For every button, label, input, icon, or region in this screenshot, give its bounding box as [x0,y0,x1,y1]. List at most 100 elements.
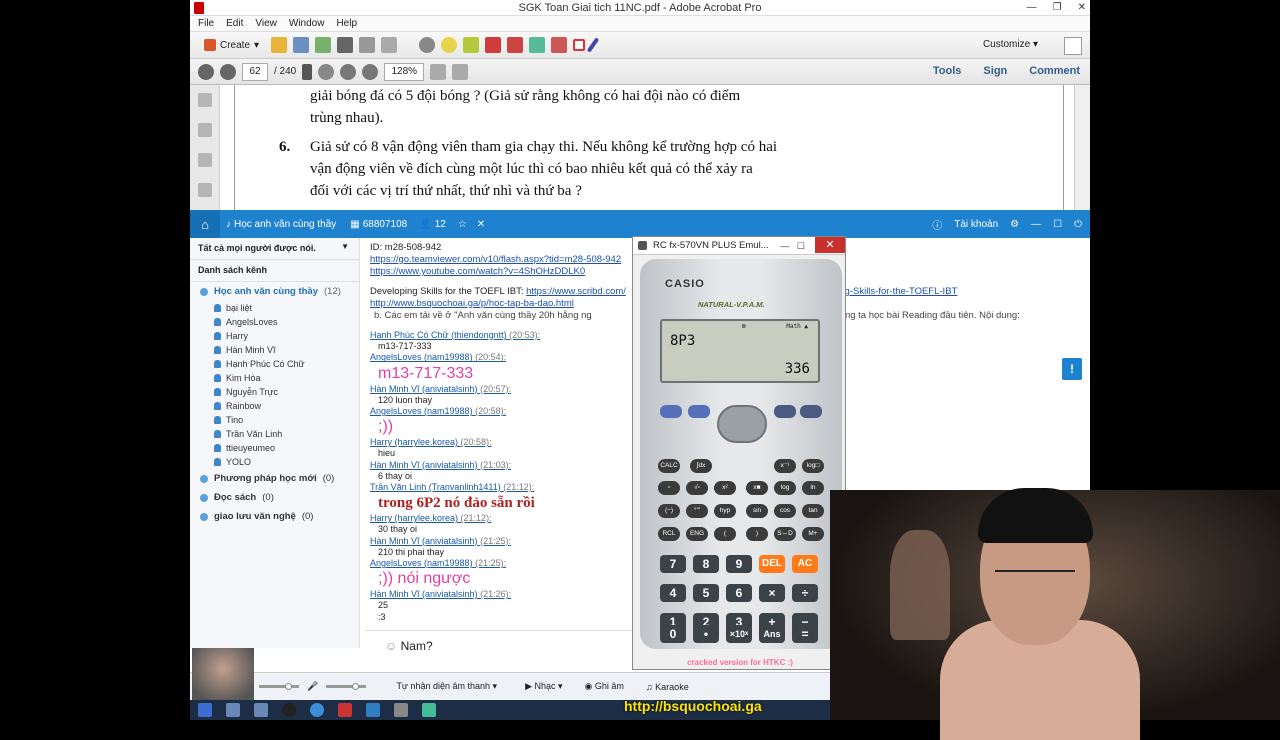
power-icon[interactable]: ⏻ [1074,219,1082,230]
upload-icon[interactable] [315,37,332,53]
star-icon[interactable]: ☆ [458,219,467,230]
calculator-key[interactable]: 7 [660,555,686,573]
customize-dropdown[interactable]: Customize ▾ [983,39,1038,50]
member-item[interactable]: ttieuyeumeo [190,441,359,455]
function-key[interactable]: x² [714,481,736,495]
restore-icon[interactable]: ❐ [1053,0,1062,16]
calculator-key[interactable]: ÷ [792,584,818,602]
zoom-out-icon[interactable] [340,63,357,80]
fit-page-icon[interactable] [430,63,447,80]
message-sender[interactable]: Hàn Minh Vĩ (aniviatalsinh) (20:57): [370,384,630,395]
close-tab-icon[interactable]: ✕ [477,219,485,230]
channel-group[interactable]: giao lưu văn nghệ (0) [190,507,359,526]
taskbar-app-icon[interactable] [282,703,296,717]
comment-link[interactable]: Comment [1029,65,1080,77]
function-key[interactable]: °'" [686,504,708,518]
fit-width-icon[interactable] [452,63,469,80]
create-button[interactable]: Create ▾ [198,37,265,53]
edit-icon[interactable] [359,37,376,53]
zoom-in-icon[interactable] [362,63,379,80]
mode-key[interactable] [774,405,796,418]
message-sender[interactable]: Harry (harrylee.korea) (20:58): [370,437,630,448]
function-key[interactable]: √▫ [686,481,708,495]
function-key[interactable]: CALC [658,459,680,473]
next-page-icon[interactable] [220,63,236,80]
menu-view[interactable]: View [255,16,277,31]
save-icon[interactable] [293,37,310,53]
print-icon[interactable] [337,37,354,53]
calculator-key[interactable]: 4 [660,584,686,602]
alpha-key[interactable] [688,405,710,418]
member-item[interactable]: Tino [190,413,359,427]
settings-icon[interactable] [419,37,436,53]
redact-icon[interactable] [485,37,502,53]
close-icon[interactable]: ✕ [815,237,845,253]
close-icon[interactable]: ✕ [1078,0,1086,16]
function-key[interactable]: M+ [802,527,824,541]
member-item[interactable]: Trần Văn Linh [190,427,359,441]
teamviewer-link[interactable]: https://go.teamviewer.com/v10/flash.aspx… [370,254,621,265]
comment-icon[interactable] [441,37,458,53]
minimize-icon[interactable]: — [1031,219,1041,230]
blog-link[interactable]: http://www.bsquochoai.ga/p/hoc-tap-ba-da… [370,298,574,309]
message-sender[interactable]: AngelsLoves (nam19988) (21:25): [370,558,630,569]
music-button[interactable]: ▶ Nhạc ▾ [525,681,562,692]
taskbar-app-icon[interactable] [366,703,380,717]
sign-link[interactable]: Sign [983,65,1007,77]
member-item[interactable]: Harry [190,329,359,343]
function-key[interactable]: ∫dx [690,459,712,473]
pdf-scrollbar[interactable] [1074,85,1090,210]
member-item[interactable]: AngelsLoves [190,315,359,329]
channel-group[interactable]: Học anh văn cùng thầy (12) [190,282,359,301]
member-item[interactable]: Rainbow [190,399,359,413]
maximize-icon[interactable]: ☐ [1053,219,1062,230]
function-key[interactable]: ln [802,481,824,495]
rectangle-icon[interactable] [573,39,586,51]
stamp-icon[interactable] [507,37,524,53]
karaoke-button[interactable]: ♫ Karaoke [646,682,689,692]
open-folder-icon[interactable] [271,37,288,53]
function-key[interactable]: tan [802,504,824,518]
member-item[interactable]: Hàn Minh Vĩ [190,343,359,357]
taskbar-app-icon[interactable] [254,703,268,717]
taskbar-app-icon[interactable] [338,703,352,717]
prev-page-icon[interactable] [198,63,214,80]
function-key[interactable]: (−) [658,504,680,518]
calculator-key[interactable]: 9 [726,555,752,573]
calculator-key[interactable]: AC [792,555,818,573]
menu-edit[interactable]: Edit [226,16,243,31]
function-key[interactable]: ▫ [658,481,680,495]
account-label[interactable]: Tài khoản [954,219,998,230]
function-key[interactable]: ENG [686,527,708,541]
member-item[interactable]: YOLO [190,455,359,469]
function-key[interactable]: ) [746,527,768,541]
shift-key[interactable] [660,405,682,418]
replay-dpad[interactable] [717,405,767,443]
attachments-icon[interactable] [197,153,212,167]
voice-mode-dropdown[interactable]: Tự nhận diện âm thanh ▾ [396,681,497,692]
speak-filter[interactable]: Tất cả mọi người được nói. ▼ [190,238,359,260]
member-item[interactable]: Hạnh Phúc Có Chữ [190,357,359,371]
gear-icon[interactable]: ⚙ [1010,219,1019,230]
info-icon[interactable]: ! [1062,358,1082,380]
form-icon[interactable] [551,37,568,53]
member-item[interactable]: Kim Hòa [190,371,359,385]
hand-tool-icon[interactable] [318,63,335,80]
on-key[interactable] [800,405,822,418]
calculator-key[interactable]: × [759,584,785,602]
mic-slider[interactable] [326,683,367,690]
message-sender[interactable]: Harry (harrylee.korea) (21:12): [370,513,630,524]
message-sender[interactable]: Hạnh Phúc Có Chữ (thiendongntt) (20:53): [370,330,630,341]
signatures-icon[interactable] [197,183,212,197]
function-key[interactable]: x■ [746,481,768,495]
menu-window[interactable]: Window [289,16,325,31]
mic-icon[interactable]: 🎤 [307,681,318,692]
member-item[interactable]: Nguyễn Trực [190,385,359,399]
message-sender[interactable]: AngelsLoves (nam19988) (20:58): [370,406,630,417]
function-key[interactable]: log [774,481,796,495]
email-icon[interactable] [381,37,398,53]
function-key[interactable]: hyp [714,504,736,518]
select-tool-icon[interactable] [302,63,313,80]
calculator-key[interactable]: = [792,625,818,643]
pages-icon[interactable] [197,93,212,107]
